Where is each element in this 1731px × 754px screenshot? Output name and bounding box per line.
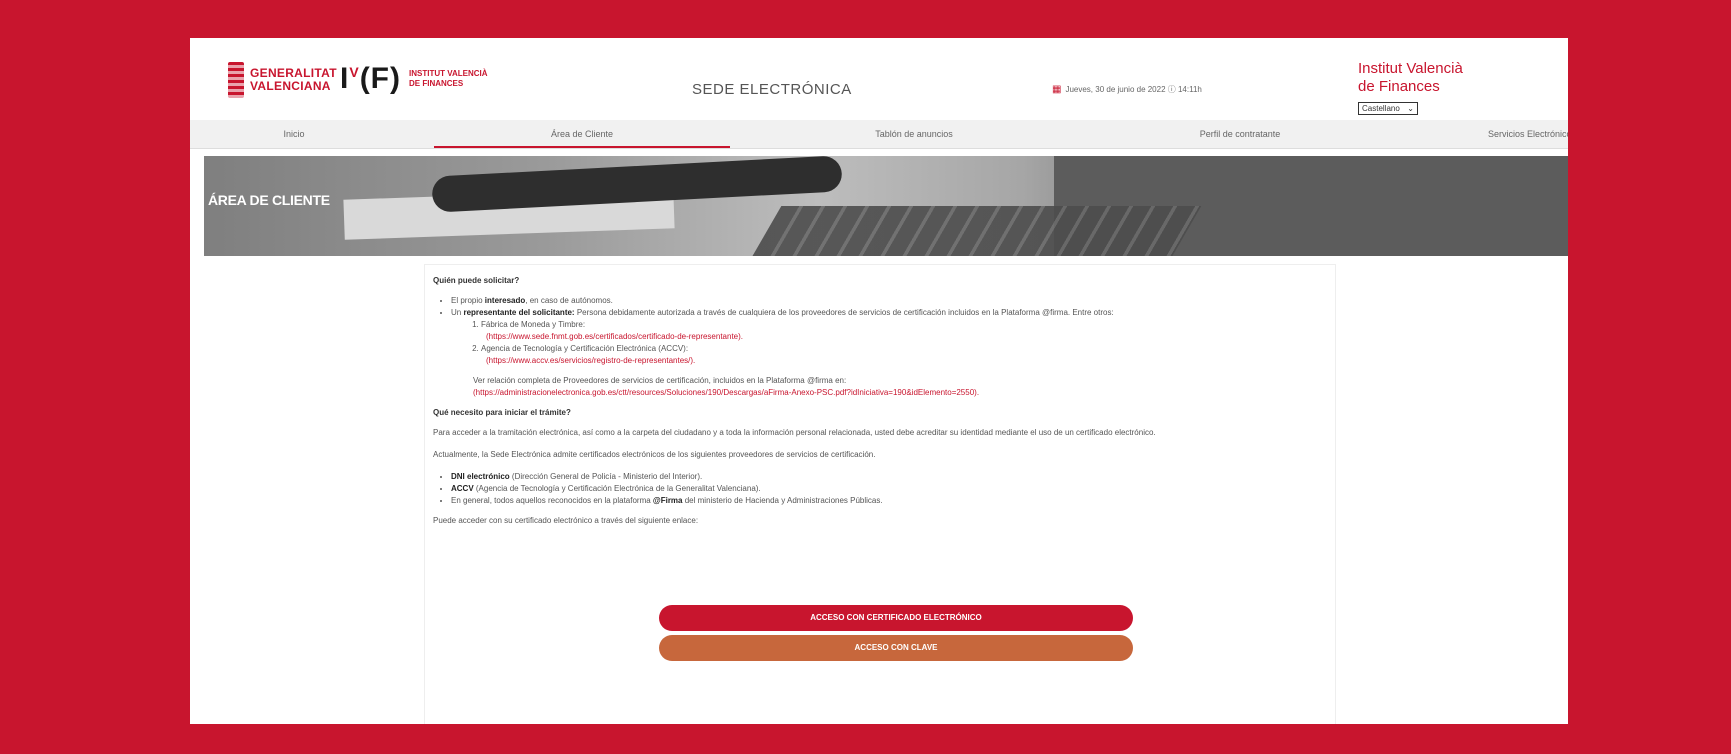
provider-list: Fábrica de Moneda y Timbre: (https://www…: [451, 319, 1323, 367]
ivf-name-line2: DE FINANCES: [409, 79, 464, 88]
gva-name-line1: GENERALITAT: [250, 66, 337, 80]
accv-link[interactable]: (https://www.accv.es/servicios/registro-…: [481, 355, 1323, 367]
list-item: El propio interesado, en caso de autónom…: [451, 295, 1323, 307]
chevron-down-icon: ⌄: [1407, 104, 1414, 113]
list-item: Un representante del solicitante: Person…: [451, 307, 1323, 399]
providers-note: Ver relación completa de Proveedores de …: [451, 375, 1323, 399]
nav-item-area-cliente[interactable]: Área de Cliente: [551, 120, 613, 148]
nav-item-inicio[interactable]: Inicio: [283, 120, 304, 148]
date-display: ▦ Jueves, 30 de junio de 2022 ⓘ 14:11h: [1052, 84, 1202, 95]
sede-title: SEDE ELECTRÓNICA: [692, 81, 852, 98]
language-selected: Castellano: [1362, 104, 1400, 113]
ivf-mark: IV(F): [340, 62, 401, 95]
date-text: Jueves, 30 de junio de 2022 ⓘ 14:11h: [1065, 85, 1202, 94]
paragraph-actualmente: Actualmente, la Sede Electrónica admite …: [433, 450, 876, 459]
generalitat-logo[interactable]: GENERALITAT VALENCIANA: [228, 62, 337, 98]
nav-active-indicator: [434, 146, 730, 148]
hero-banner: ÁREA DE CLIENTE: [204, 156, 1568, 256]
main-nav: Inicio Área de Cliente Tablón de anuncio…: [190, 120, 1568, 149]
hero-title: ÁREA DE CLIENTE: [208, 192, 330, 208]
content-card: Quién puede solicitar? El propio interes…: [424, 264, 1336, 724]
page-frame: GENERALITAT VALENCIANA IV(F) INSTITUT VA…: [190, 38, 1568, 724]
nav-item-servicios-electronicos[interactable]: Servicios Electrónicos: [1488, 120, 1568, 148]
section-heading-quien: Quién puede solicitar?: [433, 276, 520, 285]
section-heading-que-necesito: Qué necesito para iniciar el trámite?: [433, 408, 571, 417]
content-body: Quién puede solicitar? El propio interes…: [433, 275, 1323, 537]
ivf-name-line1: INSTITUT VALENCIÀ: [409, 69, 488, 78]
hero-keyboard-image: [746, 206, 1202, 256]
ivf-logo[interactable]: IV(F) INSTITUT VALENCIÀ DE FINANCES: [340, 62, 488, 96]
site-header: GENERALITAT VALENCIANA IV(F) INSTITUT VA…: [190, 38, 1568, 120]
generalitat-shield-icon: [228, 62, 244, 98]
nav-item-tablon-anuncios[interactable]: Tablón de anuncios: [875, 120, 953, 148]
acceso-clave-button[interactable]: ACCESO CON CLAVE: [659, 635, 1133, 661]
list-item: Fábrica de Moneda y Timbre: (https://www…: [481, 319, 1323, 343]
list-item: DNI electrónico (Dirección General de Po…: [451, 471, 1323, 483]
paragraph-acceso: Para acceder a la tramitación electrónic…: [433, 428, 1156, 437]
list-item: Agencia de Tecnología y Certificación El…: [481, 343, 1323, 367]
paragraph-enlace: Puede acceder con su certificado electró…: [433, 516, 699, 525]
language-select[interactable]: Castellano ⌄: [1358, 102, 1418, 115]
acceso-certificado-button[interactable]: ACCESO CON CERTIFICADO ELECTRÓNICO: [659, 605, 1133, 631]
gva-name-line2: VALENCIANA: [250, 79, 331, 93]
certificate-list: DNI electrónico (Dirección General de Po…: [433, 471, 1323, 507]
list-item: ACCV (Agencia de Tecnología y Certificac…: [451, 483, 1323, 495]
nav-item-perfil-contratante[interactable]: Perfil de contratante: [1200, 120, 1281, 148]
providers-link[interactable]: (https://administracionelectronica.gob.e…: [473, 387, 1323, 399]
who-list: El propio interesado, en caso de autónom…: [433, 295, 1323, 399]
calendar-icon: ▦: [1052, 84, 1062, 95]
list-item: En general, todos aquellos reconocidos e…: [451, 495, 1323, 507]
fnmt-link[interactable]: (https://www.sede.fnmt.gob.es/certificad…: [481, 331, 1323, 343]
institute-name[interactable]: Institut Valencià de Finances: [1358, 60, 1463, 96]
